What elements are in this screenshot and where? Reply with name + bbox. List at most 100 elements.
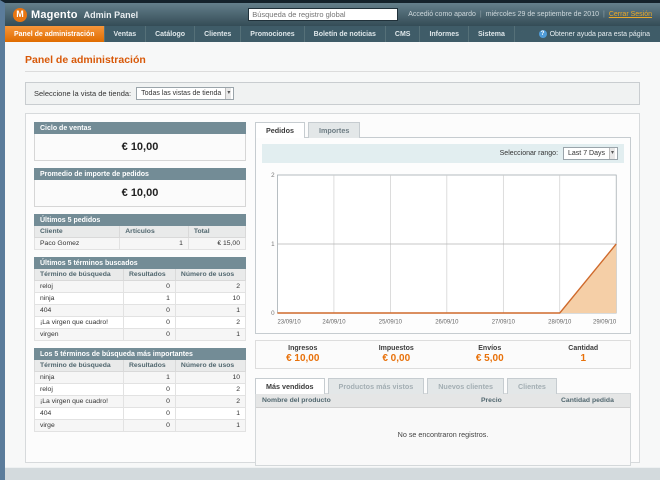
cell-term: reloj [34, 280, 124, 293]
cell-results: 0 [122, 280, 176, 293]
table-row[interactable]: ninja 1 10 [34, 292, 247, 305]
tab-clientes[interactable]: Clientes [506, 378, 557, 394]
stat-label: Cantidad [568, 345, 599, 352]
cell-term: virgen [34, 328, 124, 341]
cell-uses: 2 [174, 383, 247, 396]
cell-results: 0 [122, 419, 176, 432]
global-search-input[interactable] [248, 8, 399, 21]
nav-item-customers[interactable]: Clientes [195, 26, 242, 42]
logged-in-as-text: Accedió como apardo [408, 11, 476, 18]
sales-cycle-title: Ciclo de ventas [34, 122, 246, 134]
empty-records-message: No se encontraron registros. [397, 430, 489, 439]
cell-term: ninja [34, 371, 124, 384]
table-row[interactable]: 404 0 1 [34, 407, 247, 420]
main-nav: Panel de administración Ventas Catálogo … [5, 26, 660, 42]
column-header: Resultados [122, 269, 176, 281]
table-row[interactable]: virgen 0 1 [34, 328, 247, 341]
chevron-down-icon: ▾ [608, 148, 615, 159]
cell-uses: 1 [174, 304, 247, 317]
chart-panel: Seleccionar rango: Last 7 Days ▾ 0 1 2 23/0… [255, 137, 631, 334]
dashboard-right-column: Pedidos Importes Seleccionar rango: Last… [255, 122, 631, 466]
cell-uses: 2 [174, 316, 247, 329]
help-link[interactable]: ? Obtener ayuda para esta página [538, 26, 660, 42]
table-row[interactable]: 404 0 1 [34, 304, 247, 317]
column-header: Resultados [122, 360, 176, 372]
top-search-terms-title: Los 5 términos de búsqueda más important… [34, 348, 246, 360]
stat-impuestos: Impuestos € 0,00 [350, 345, 444, 364]
header-bar: M Magento Admin Panel Accedió como apard… [5, 3, 660, 26]
nav-item-cms[interactable]: CMS [386, 26, 421, 42]
tab-productos-mas-vistos[interactable]: Productos más vistos [327, 378, 425, 394]
cell-results: 0 [122, 383, 176, 396]
content-area: Panel de administración Seleccione la vi… [5, 42, 660, 466]
cell-term: ¡La virgen que cuadro! [34, 316, 124, 329]
table-row[interactable]: ¡La virgen que cuadro! 0 2 [34, 316, 247, 329]
products-table: Nombre del producto Precio Cantidad pedi… [255, 393, 631, 466]
tab-pedidos[interactable]: Pedidos [255, 122, 305, 138]
range-select[interactable]: Last 7 Days ▾ [563, 147, 618, 160]
table-row[interactable]: Paco Gomez 1 € 15,00 [33, 237, 247, 250]
cell-results: 0 [122, 407, 176, 420]
range-bar: Seleccionar rango: Last 7 Days ▾ [262, 144, 624, 163]
cell-results: 0 [122, 316, 176, 329]
nav-item-dashboard[interactable]: Panel de administración [5, 26, 105, 42]
column-header: Término de búsqueda [34, 360, 124, 372]
nav-item-system[interactable]: Sistema [469, 26, 515, 42]
cell-uses: 1 [174, 419, 247, 432]
average-order-value: € 10,00 [34, 180, 246, 207]
cell-term: virge [34, 419, 124, 432]
help-label: Obtener ayuda para esta página [549, 30, 650, 38]
tab-mas-vendidos[interactable]: Más vendidos [255, 378, 325, 394]
nav-item-newsletter[interactable]: Boletín de noticias [305, 26, 386, 42]
sales-cycle-box: Ciclo de ventas € 10,00 [34, 122, 246, 161]
svg-text:0: 0 [271, 310, 275, 317]
column-header: Término de búsqueda [34, 269, 124, 281]
sales-cycle-value: € 10,00 [34, 134, 246, 161]
stat-value: € 5,00 [475, 353, 504, 364]
nav-item-sales[interactable]: Ventas [105, 26, 147, 42]
cell-results: 0 [122, 304, 176, 317]
help-icon: ? [538, 30, 547, 38]
table-row[interactable]: virge 0 1 [34, 419, 247, 432]
column-header-quantity: Cantidad pedida [561, 397, 614, 404]
tab-importes[interactable]: Importes [307, 122, 361, 138]
cell-results: 1 [122, 371, 176, 384]
store-view-select[interactable]: Todas las vistas de tienda ▾ [136, 87, 235, 100]
user-info: Accedió como apardo | miércoles 29 de se… [408, 11, 652, 18]
nav-item-reports[interactable]: Informes [420, 26, 470, 42]
table-row[interactable]: ninja 1 10 [34, 371, 247, 384]
last-search-terms-box: Últimos 5 términos buscados Término de b… [34, 257, 247, 341]
logo-title: Magento [31, 8, 78, 21]
products-table-header: Nombre del producto Precio Cantidad pedi… [256, 394, 630, 408]
svg-text:23/09/10: 23/09/10 [277, 318, 301, 325]
current-date-text: miércoles 29 de septiembre de 2010 [485, 11, 599, 18]
products-tabs: Más vendidos Productos más vistos Nuevos… [255, 378, 631, 394]
table-row[interactable]: reloj 0 2 [34, 280, 247, 293]
column-header-price: Precio [481, 397, 502, 404]
range-label: Seleccionar rango: [499, 150, 559, 157]
cell-customer: Paco Gomez [33, 237, 121, 250]
cell-uses: 2 [174, 395, 247, 408]
magento-logo-icon: M [13, 7, 27, 22]
range-selected-value: Last 7 Days [568, 150, 605, 157]
chart-tabs: Pedidos Importes [255, 122, 631, 138]
stat-cantidad: Cantidad 1 [537, 345, 631, 364]
stat-envios: Envíos € 5,00 [443, 345, 537, 364]
cell-results: 0 [122, 328, 176, 341]
last-search-terms-table: Término de búsqueda Resultados Número de… [34, 269, 247, 341]
average-order-box: Promedio de importe de pedidos € 10,00 [34, 168, 246, 207]
tab-nuevos-clientes[interactable]: Nuevos clientes [427, 378, 504, 394]
nav-item-promotions[interactable]: Promociones [241, 26, 305, 42]
totals-bar: Ingresos € 10,00 Impuestos € 0,00 Envíos… [255, 340, 631, 369]
cell-uses: 1 [174, 328, 247, 341]
table-row[interactable]: ¡La virgen que cuadro! 0 2 [34, 395, 247, 408]
nav-item-catalog[interactable]: Catálogo [146, 26, 196, 42]
svg-text:27/09/10: 27/09/10 [492, 318, 516, 325]
cell-uses: 10 [174, 371, 247, 384]
cell-uses: 1 [174, 407, 247, 420]
logout-link[interactable]: Cerrar Sesión [609, 11, 652, 18]
cell-uses: 10 [174, 292, 247, 305]
average-order-title: Promedio de importe de pedidos [34, 168, 246, 180]
table-row[interactable]: reloj 0 2 [34, 383, 247, 396]
column-header: Artículos [119, 226, 189, 238]
